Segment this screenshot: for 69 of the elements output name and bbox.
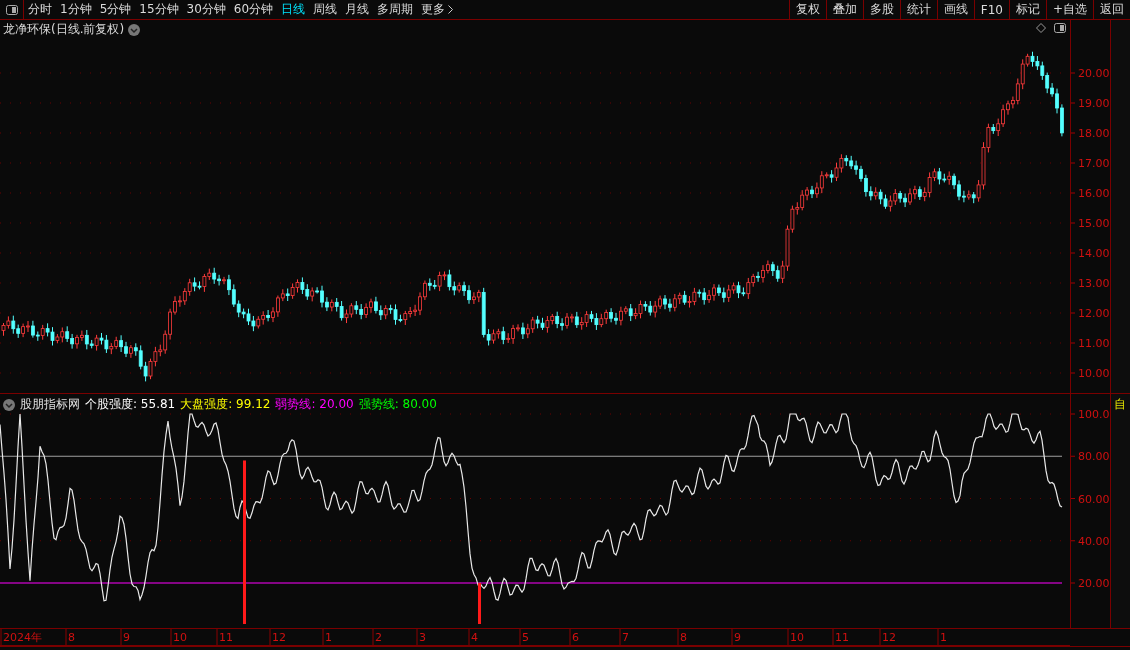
toolbar-button[interactable]: 统计: [899, 0, 937, 19]
period-tab[interactable]: 多周期: [373, 0, 418, 19]
toolbar-button[interactable]: 叠加: [825, 0, 863, 19]
period-tab[interactable]: 30分钟: [182, 0, 230, 19]
date-axis-label: 3: [419, 631, 426, 644]
date-axis-label: 8: [68, 631, 75, 644]
toolbar-button[interactable]: 复权: [788, 0, 826, 19]
indicator-axis-label: 80.00: [1078, 450, 1110, 464]
toolbar-button[interactable]: 返回: [1093, 0, 1130, 19]
toolbar-button[interactable]: F10: [973, 0, 1009, 19]
period-tab[interactable]: 15分钟: [135, 0, 183, 19]
price-axis-label: 19.00: [1078, 97, 1110, 110]
date-axis-label: 6: [572, 631, 579, 644]
indicator-readout: 强势线: 80.00: [358, 396, 437, 413]
signal-bar: [478, 583, 481, 624]
date-axis-label: 4: [471, 631, 478, 644]
indicator-name: 股朋指标网: [20, 396, 80, 413]
price-axis-label: 13.00: [1078, 277, 1110, 290]
indicator-axis-label: 60.00: [1078, 492, 1110, 506]
date-axis-label: 2: [375, 631, 382, 644]
period-tab[interactable]: 更多: [417, 0, 458, 19]
toolbar-button[interactable]: 多股: [862, 0, 900, 19]
side-panel-label: 自: [1113, 396, 1127, 413]
date-axis-label: 5: [522, 631, 529, 644]
date-axis-label: 10: [790, 631, 804, 644]
period-tab[interactable]: 分时: [24, 0, 56, 19]
date-axis-label: 9: [123, 631, 130, 644]
date-axis-label: 11: [835, 631, 849, 644]
panel-toggle-icon[interactable]: [1054, 23, 1066, 33]
indicator-readout: 个股强度: 55.81: [85, 396, 176, 413]
chevron-right-icon: [448, 5, 454, 14]
date-axis-label: 12: [882, 631, 896, 644]
date-axis-label: 1: [325, 631, 332, 644]
price-axis-label: 15.00: [1078, 217, 1110, 230]
price-axis-label: 10.00: [1078, 367, 1110, 380]
date-axis-label: 10: [173, 631, 187, 644]
date-axis-label: 9: [734, 631, 741, 644]
period-tab[interactable]: 日线: [277, 0, 310, 19]
period-tab[interactable]: 60分钟: [229, 0, 278, 19]
price-axis-label: 14.00: [1078, 247, 1110, 260]
toolbar-button[interactable]: 标记: [1008, 0, 1046, 19]
price-axis-label: 11.00: [1078, 337, 1110, 350]
date-axis-label: 8: [680, 631, 687, 644]
indicator-axis-label: 40.00: [1078, 534, 1110, 548]
price-axis-label: 12.00: [1078, 307, 1110, 320]
indicator-readout: 大盘强度: 99.12: [180, 396, 271, 413]
toolbar-button[interactable]: +自选: [1045, 0, 1093, 19]
date-axis-label: 11: [219, 631, 233, 644]
date-axis-label: 1: [940, 631, 947, 644]
diamond-icon[interactable]: [1036, 23, 1046, 33]
chart-title: 龙净环保(日线.前复权): [3, 21, 125, 38]
period-tab[interactable]: 月线: [341, 0, 374, 19]
date-axis-label: 2024年: [3, 631, 42, 644]
date-axis-label: 7: [622, 631, 629, 644]
indicator-axis-label: 20.00: [1078, 577, 1110, 590]
toolbar-button[interactable]: 画线: [936, 0, 974, 19]
period-tab[interactable]: 1分钟: [56, 0, 96, 19]
dropdown-icon[interactable]: [3, 398, 15, 411]
indicator-axis-label: 100.0: [1078, 408, 1110, 421]
period-tab[interactable]: 周线: [309, 0, 342, 19]
price-axis-label: 18.00: [1078, 127, 1110, 140]
dropdown-icon[interactable]: [128, 23, 141, 36]
date-axis-label: 12: [272, 631, 286, 644]
period-tab[interactable]: 5分钟: [95, 0, 136, 19]
price-axis-label: 17.00: [1078, 157, 1110, 170]
price-axis-label: 20.00: [1078, 67, 1110, 80]
price-axis-label: 16.00: [1078, 187, 1110, 200]
panel-toggle-icon[interactable]: [5, 4, 18, 15]
indicator-readout: 弱势线: 20.00: [275, 396, 354, 413]
